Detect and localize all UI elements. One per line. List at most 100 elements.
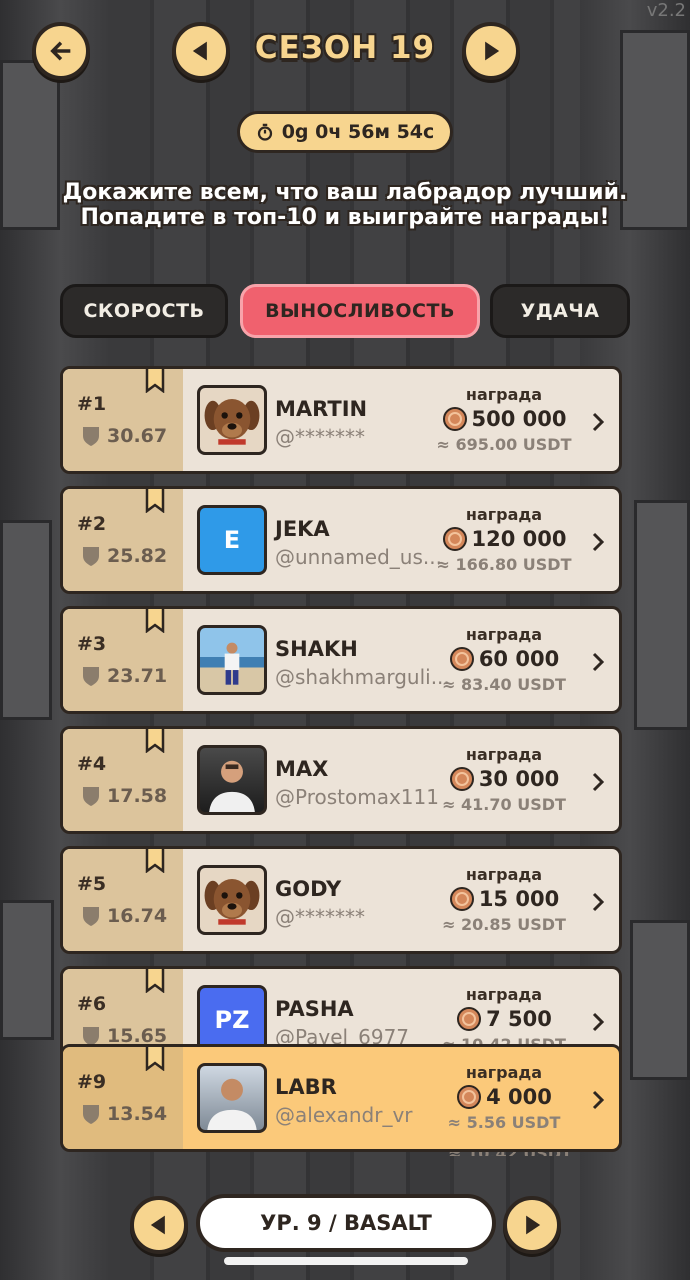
next-level-button[interactable] [503,1196,561,1254]
player-name: JEKA [275,517,330,541]
reward-amount: 500 000 [429,406,579,432]
leaderboard-list[interactable]: #1 30.67 MARTIN @******* награда 500 000 ≈ 695… [60,366,622,1156]
leaderboard-row[interactable]: #5 16.74 GODY @******* награда 15 000 ≈ 20.85 … [60,846,622,954]
reward-value: 120 000 [471,527,567,551]
rank-number: #3 [77,633,107,655]
score-value: 23.71 [107,665,168,687]
reward-value: 30 000 [478,767,560,791]
reward-usdt: ≈ 41.70 USDT [442,795,566,814]
reward-label: награда [465,385,543,404]
player-name: PASHA [275,997,354,1021]
rank-cell: #9 13.54 [63,1047,183,1149]
page-subtitle: Докажите всем, что ваш лабрадор лучший. … [62,180,628,231]
reward-value: 60 000 [478,647,560,671]
bookmark-icon [145,609,165,633]
player-name: GODY [275,877,342,901]
triangle-right-icon [526,1215,541,1235]
shield-icon [83,907,99,926]
reward-usdt: ≈ 20.85 USDT [442,915,566,934]
score-value: 30.67 [107,425,168,447]
avatar [197,865,267,935]
tab-endurance[interactable]: ВЫНОСЛИВОСТЬ [240,284,480,338]
chevron-right-icon [592,1090,605,1110]
reward-value: 7 500 [486,1007,552,1031]
triangle-left-icon [150,1215,165,1235]
reward-block: награда 60 000 ≈ 83.40 USDT [429,625,579,694]
shield-icon [83,1105,99,1124]
prev-level-button[interactable] [130,1196,188,1254]
reward-usdt: ≈ 166.80 USDT [436,555,572,574]
leaderboard-row[interactable]: #3 23.71 SHAKH @shakhmarguli... награда 60 00… [60,606,622,714]
reward-label: награда [465,505,543,524]
reward-usdt: ≈ 83.40 USDT [442,675,566,694]
coin-icon [449,887,474,911]
shield-icon [83,427,99,446]
rank-number: #2 [77,513,107,535]
chevron-right-icon [592,532,605,552]
reward-usdt: ≈ 695.00 USDT [436,435,572,454]
coin-icon [457,1085,482,1109]
rank-number: #5 [77,873,107,895]
reward-label: награда [465,745,543,764]
chevron-right-icon [592,772,605,792]
labrador-icon [204,878,260,925]
reward-amount: 120 000 [429,526,579,552]
leaderboard-row[interactable]: #2 25.82 E JEKA @unnamed_us... награда 120 000… [60,486,622,594]
leaderboard-row[interactable]: #9 13.54 LABR @alexandr_vr награда 4 000 ≈ 5.5… [60,1044,622,1152]
rank-cell: #4 17.58 [63,729,183,831]
bookmark-icon [145,969,165,993]
bookmark-icon [145,489,165,513]
chevron-right-icon [592,892,605,912]
player-name: MAX [275,757,329,781]
rank-number: #9 [77,1071,107,1093]
rank-cell: #5 16.74 [63,849,183,951]
next-season-button[interactable] [462,22,520,80]
season-timer: 0g 0ч 56м 54с [237,111,453,153]
bookmark-icon [145,369,165,393]
reward-block: награда 120 000 ≈ 166.80 USDT [429,505,579,574]
reward-label: награда [465,625,543,644]
score-value: 25.82 [107,545,168,567]
tab-speed[interactable]: СКОРОСТЬ [60,284,228,338]
reward-label: награда [465,985,543,1004]
reward-block: награда 500 000 ≈ 695.00 USDT [429,385,579,454]
avatar [197,625,267,695]
tab-luck[interactable]: УДАЧА [490,284,630,338]
leaderboard-row[interactable]: #1 30.67 MARTIN @******* награда 500 000 ≈ 695… [60,366,622,474]
rank-number: #1 [77,393,107,415]
reward-block: награда 4 000 ≈ 5.56 USDT [429,1063,579,1132]
bookmark-icon [145,1047,165,1071]
reward-label: награда [465,1063,543,1082]
reward-amount: 60 000 [429,646,579,672]
avatar [197,745,267,815]
leaderboard-row[interactable]: #4 17.58 MAX @Prostomax111 награда 30 000 ≈ 41… [60,726,622,834]
rank-cell: #1 30.67 [63,369,183,471]
chevron-right-icon [592,1012,605,1032]
score-value: 17.58 [107,785,168,807]
score: 30.67 [81,425,167,447]
score-value: 16.74 [107,905,168,927]
rank-number: #4 [77,753,107,775]
chevron-right-icon [592,412,605,432]
person-photo-icon [224,642,240,685]
rank-cell: #3 23.71 [63,609,183,711]
player-name: MARTIN [275,397,368,421]
rank-number: #6 [77,993,107,1015]
reward-amount: 4 000 [429,1084,579,1110]
shield-icon [83,667,99,686]
avatar [197,385,267,455]
level-selector[interactable]: УР. 9 / BASALT [196,1194,496,1252]
coin-icon [442,407,467,431]
player-name: SHAKH [275,637,358,661]
score: 17.58 [81,785,167,807]
bookmark-icon [145,849,165,873]
avatar [197,1063,267,1133]
season-title: СЕЗОН 19 [254,30,436,66]
reward-block: награда 30 000 ≈ 41.70 USDT [429,745,579,814]
reward-amount: 30 000 [429,766,579,792]
coin-icon [457,1007,482,1031]
home-indicator [224,1257,468,1265]
coin-icon [442,527,467,551]
coin-icon [449,647,474,671]
reward-amount: 7 500 [429,1006,579,1032]
